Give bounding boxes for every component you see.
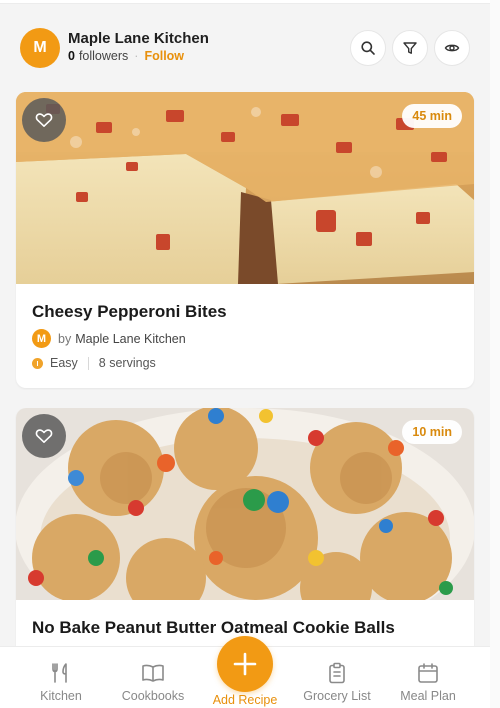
add-recipe-button[interactable] [217,636,273,692]
meta-divider [87,356,89,370]
follow-button[interactable]: Follow [144,49,184,63]
nav-item-meal-plan[interactable]: Meal Plan [383,647,473,708]
recipe-title[interactable]: Cheesy Pepperoni Bites [32,302,227,322]
author-avatar: M [32,329,51,348]
nav-item-grocery-list[interactable]: Grocery List [292,647,382,708]
page: M Maple Lane Kitchen 0 followers · Follo… [0,0,490,708]
filter-button[interactable] [392,30,428,66]
nav-label-kitchen: Kitchen [40,689,82,703]
recipe-image[interactable]: 10 min [16,408,474,600]
heart-icon [35,113,53,127]
nav-item-kitchen[interactable]: Kitchen [16,647,106,708]
recipe-title[interactable]: No Bake Peanut Butter Oatmeal Cookie Bal… [32,618,395,638]
recipe-image[interactable]: 45 min [16,92,474,284]
recipe-card[interactable]: 45 min Cheesy Pepperoni Bites M by Maple… [16,92,474,388]
search-icon [361,41,375,55]
view-button[interactable] [434,30,470,66]
calendar-icon [418,663,438,683]
recipe-meta: Easy 8 servings [32,356,156,370]
cook-time-badge: 10 min [402,420,462,444]
author-name[interactable]: Maple Lane Kitchen [75,332,186,346]
utensils-icon [52,663,67,683]
nav-label-add-recipe[interactable]: Add Recipe [199,693,291,707]
difficulty-label: Easy [50,356,78,370]
nav-item-cookbooks[interactable]: Cookbooks [108,647,198,708]
recipe-byline: M by Maple Lane Kitchen [32,329,186,348]
kitchen-header: M Maple Lane Kitchen 0 followers · Follo… [20,28,470,68]
cook-time-badge: 45 min [402,104,462,128]
search-button[interactable] [350,30,386,66]
nav-label-cookbooks: Cookbooks [121,689,185,703]
nav-label-grocery-list: Grocery List [303,689,371,703]
eye-icon [444,44,460,52]
recipe-card[interactable]: 10 min No Bake Peanut Butter Oatmeal Coo… [16,408,474,668]
plus-icon [233,652,257,676]
by-label: by [58,331,72,346]
top-divider [0,0,490,4]
favorite-button[interactable] [22,414,66,458]
scrollbar-track[interactable] [490,0,500,708]
difficulty-icon [32,357,43,369]
followers-count: 0 [68,49,75,63]
separator-dot: · [134,49,139,63]
heart-icon [35,429,53,443]
kitchen-name[interactable]: Maple Lane Kitchen [68,30,209,47]
avatar[interactable]: M [20,28,60,68]
favorite-button[interactable] [22,98,66,142]
book-open-icon [142,664,164,682]
filter-icon [403,42,417,54]
followers-line: 0 followers · Follow [68,49,184,63]
followers-label: followers [78,49,129,63]
servings-label: 8 servings [98,356,156,370]
nav-label-meal-plan: Meal Plan [400,689,456,703]
clipboard-icon [329,662,345,684]
